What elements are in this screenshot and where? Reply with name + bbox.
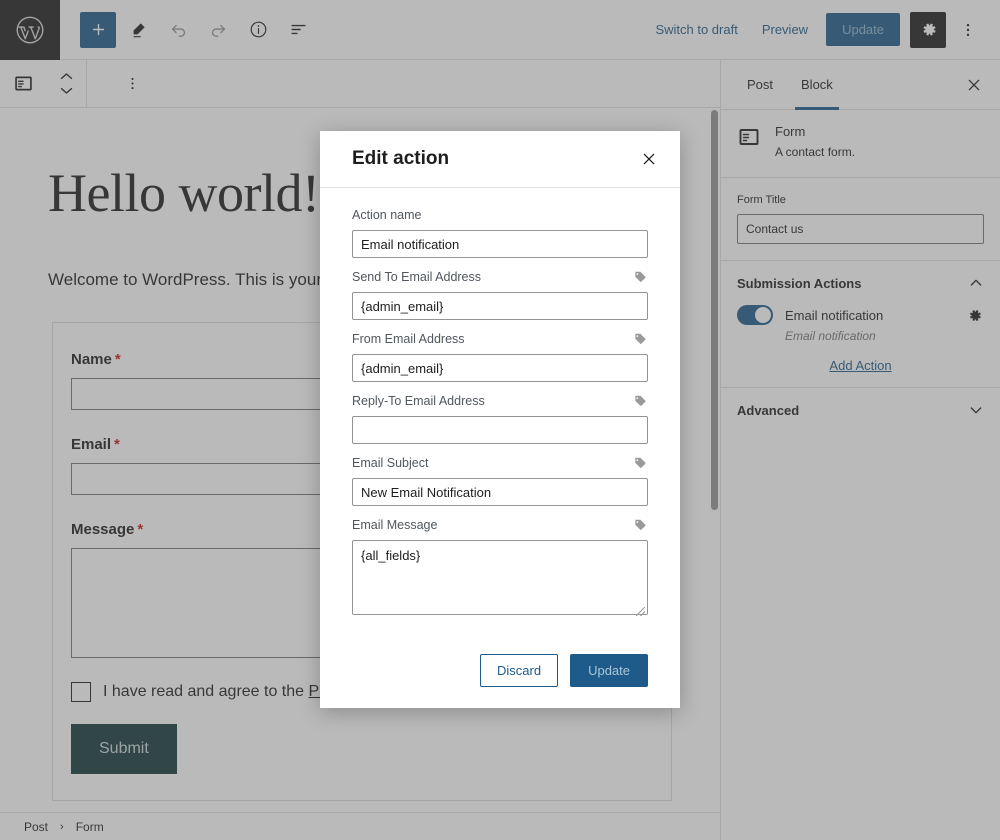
label-send-to-email: Send To Email Address: [352, 270, 482, 284]
label-email-subject: Email Subject: [352, 456, 429, 470]
tag-icon[interactable]: [632, 331, 648, 347]
edit-action-modal: Edit action Action name Send To Email Ad…: [320, 131, 680, 708]
modal-title: Edit action: [352, 148, 450, 169]
textarea-email-message[interactable]: {all_fields}: [352, 540, 648, 615]
label-reply-to-email: Reply-To Email Address: [352, 394, 485, 408]
label-from-email: From Email Address: [352, 332, 465, 346]
field-group-from-email: From Email Address: [352, 330, 648, 382]
label-email-message: Email Message: [352, 518, 438, 532]
modal-footer: Discard Update: [320, 640, 680, 708]
label-row-reply-to-email: Reply-To Email Address: [352, 392, 648, 410]
field-group-action-name: Action name: [352, 206, 648, 258]
modal-close-icon[interactable]: [634, 144, 664, 174]
input-action-name[interactable]: [352, 230, 648, 258]
update-action-button[interactable]: Update: [570, 653, 648, 687]
tag-icon[interactable]: [632, 455, 648, 471]
label-row-email-subject: Email Subject: [352, 454, 648, 472]
tag-icon[interactable]: [632, 393, 648, 409]
app-root: Switch to draft Preview Update Hello wor…: [0, 0, 1000, 840]
input-from-email[interactable]: [352, 354, 648, 382]
label-row-send-to-email: Send To Email Address: [352, 268, 648, 286]
tag-icon[interactable]: [632, 269, 648, 285]
field-group-send-to-email: Send To Email Address: [352, 268, 648, 320]
field-group-email-message: Email Message {all_fields}: [352, 516, 648, 620]
field-group-email-subject: Email Subject: [352, 454, 648, 506]
label-action-name: Action name: [352, 208, 422, 222]
label-row-email-message: Email Message: [352, 516, 648, 534]
input-reply-to-email[interactable]: [352, 416, 648, 444]
modal-body: Action name Send To Email Address: [320, 188, 680, 640]
input-send-to-email[interactable]: [352, 292, 648, 320]
discard-button[interactable]: Discard: [480, 653, 559, 687]
tag-icon[interactable]: [632, 517, 648, 533]
field-group-reply-to-email: Reply-To Email Address: [352, 392, 648, 444]
modal-header: Edit action: [320, 131, 680, 188]
input-email-subject[interactable]: [352, 478, 648, 506]
textarea-wrapper-email-message: {all_fields}: [352, 540, 648, 620]
label-row-action-name: Action name: [352, 206, 648, 224]
label-row-from-email: From Email Address: [352, 330, 648, 348]
